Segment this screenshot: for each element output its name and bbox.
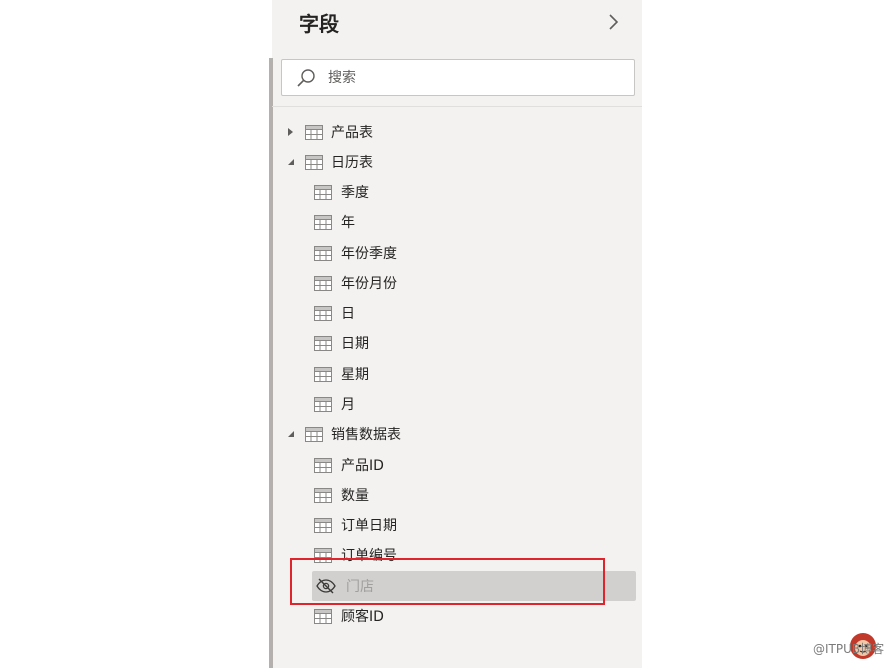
field-item[interactable]: 顾客ID <box>314 602 626 630</box>
column-icon <box>314 335 332 351</box>
column-icon <box>314 517 332 533</box>
column-icon <box>314 214 332 230</box>
field-label: 季度 <box>341 185 369 201</box>
field-label: 日 <box>341 306 355 322</box>
field-label: 日期 <box>341 336 369 352</box>
field-item[interactable]: 数量 <box>314 481 626 509</box>
column-icon <box>314 457 332 473</box>
field-label: 数量 <box>341 488 369 504</box>
column-icon <box>314 366 332 382</box>
search-box[interactable] <box>281 59 635 96</box>
annotation-highlight-box <box>290 558 605 605</box>
pane-left-border <box>269 58 273 668</box>
field-label: 年份季度 <box>341 246 397 262</box>
field-label: 顾客ID <box>341 609 384 625</box>
field-item[interactable]: 产品ID <box>314 451 626 479</box>
field-label: 订单日期 <box>341 518 397 534</box>
column-icon <box>314 184 332 200</box>
search-icon <box>296 68 316 92</box>
chevron-right-icon <box>609 14 619 30</box>
watermark: @ITPUB博客 <box>813 642 885 656</box>
column-icon <box>314 608 332 624</box>
field-label: 年份月份 <box>341 276 397 292</box>
field-item[interactable]: 日 <box>314 299 626 327</box>
field-label: 年 <box>341 215 355 231</box>
column-icon <box>314 275 332 291</box>
collapse-pane-button[interactable] <box>603 10 625 34</box>
column-icon <box>314 487 332 503</box>
pane-title: 字段 <box>299 12 339 36</box>
column-icon <box>314 396 332 412</box>
table-node-sales[interactable]: 销售数据表 <box>286 420 626 448</box>
table-node-product[interactable]: 产品表 <box>286 118 626 146</box>
field-label: 星期 <box>341 367 369 383</box>
table-name: 销售数据表 <box>331 427 401 443</box>
field-item[interactable]: 季度 <box>314 178 626 206</box>
caret-expanded-icon[interactable] <box>286 429 302 439</box>
field-item[interactable]: 星期 <box>314 360 626 388</box>
field-item[interactable]: 日期 <box>314 329 626 357</box>
field-item[interactable]: 月 <box>314 390 626 418</box>
table-name: 产品表 <box>331 125 373 141</box>
field-label: 产品ID <box>341 458 384 474</box>
caret-right-icon[interactable] <box>286 127 302 137</box>
caret-expanded-icon[interactable] <box>286 157 302 167</box>
search-input[interactable] <box>328 66 618 90</box>
field-item[interactable]: 年份月份 <box>314 269 626 297</box>
table-node-calendar[interactable]: 日历表 <box>286 148 626 176</box>
field-item[interactable]: 年 <box>314 208 626 236</box>
field-item[interactable]: 年份季度 <box>314 239 626 267</box>
table-icon <box>305 426 323 442</box>
field-label: 月 <box>341 397 355 413</box>
column-icon <box>314 305 332 321</box>
table-icon <box>305 124 323 140</box>
field-item[interactable]: 订单日期 <box>314 511 626 539</box>
table-name: 日历表 <box>331 155 373 171</box>
column-icon <box>314 245 332 261</box>
table-icon <box>305 154 323 170</box>
divider <box>272 106 642 107</box>
